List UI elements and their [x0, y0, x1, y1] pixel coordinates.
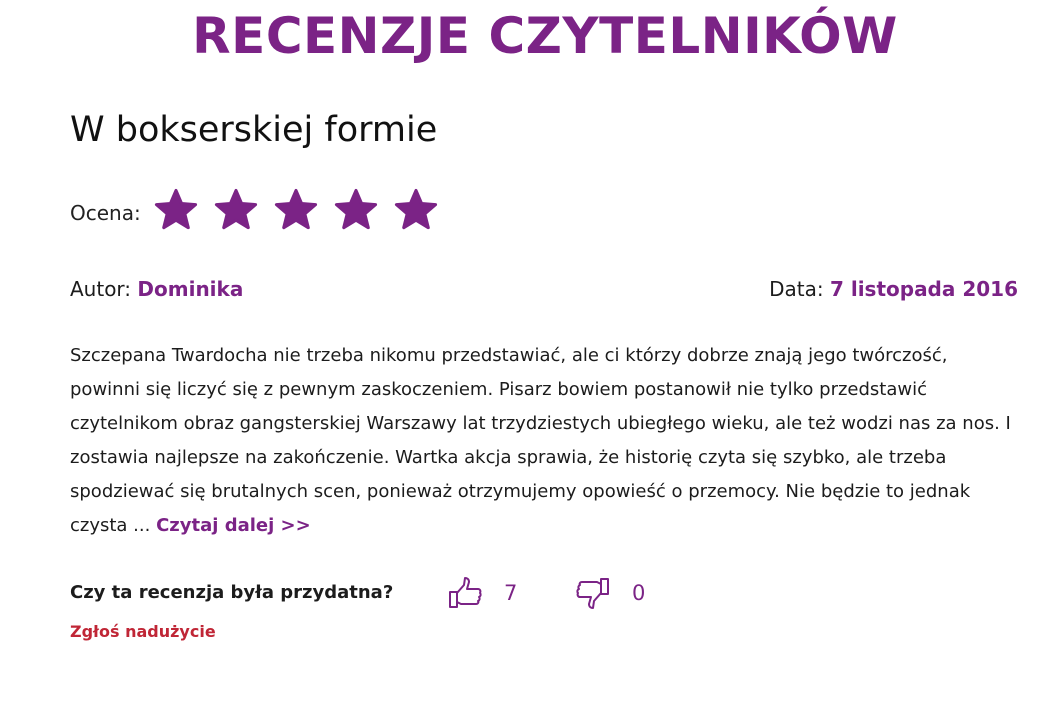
review-date: 7 listopada 2016 — [829, 277, 1018, 301]
review-excerpt-text: Szczepana Twardocha nie trzeba nikomu pr… — [70, 345, 1011, 536]
star-icon — [214, 188, 257, 230]
helpful-question: Czy ta recenzja była przydatna? — [70, 582, 394, 603]
report-abuse-link[interactable]: Zgłoś nadużycie — [70, 619, 216, 645]
rating-row: Ocena: — [70, 185, 453, 235]
read-more-link[interactable]: Czytaj dalej >> — [156, 515, 311, 536]
rating-stars — [153, 187, 453, 233]
rating-label: Ocena: — [70, 201, 141, 225]
thumbs-up-icon — [449, 577, 482, 608]
thumbs-down-count: 0 — [632, 581, 646, 605]
section-title: RECENZJE CZYTELNIKÓW — [192, 7, 898, 65]
star-icon — [394, 188, 437, 230]
star-icon — [154, 188, 197, 230]
author-info: Autor: Dominika — [70, 274, 243, 304]
date-info: Data: 7 listopada 2016 — [769, 274, 1018, 304]
author-name: Dominika — [137, 277, 244, 301]
review-title: W bokserskiej formie — [70, 110, 438, 150]
star-icon — [334, 188, 377, 230]
thumbs-down-button[interactable]: 0 — [574, 575, 645, 611]
review-excerpt: Szczepana Twardocha nie trzeba nikomu pr… — [70, 339, 1018, 543]
review-meta: Autor: Dominika Data: 7 listopada 2016 — [70, 274, 1018, 304]
star-icon — [274, 188, 317, 230]
date-label: Data: — [769, 277, 824, 301]
thumbs-down-icon — [576, 578, 609, 609]
thumbs-up-count: 7 — [504, 581, 518, 605]
thumbs-up-button[interactable]: 7 — [446, 575, 517, 611]
author-label: Autor: — [70, 277, 132, 301]
